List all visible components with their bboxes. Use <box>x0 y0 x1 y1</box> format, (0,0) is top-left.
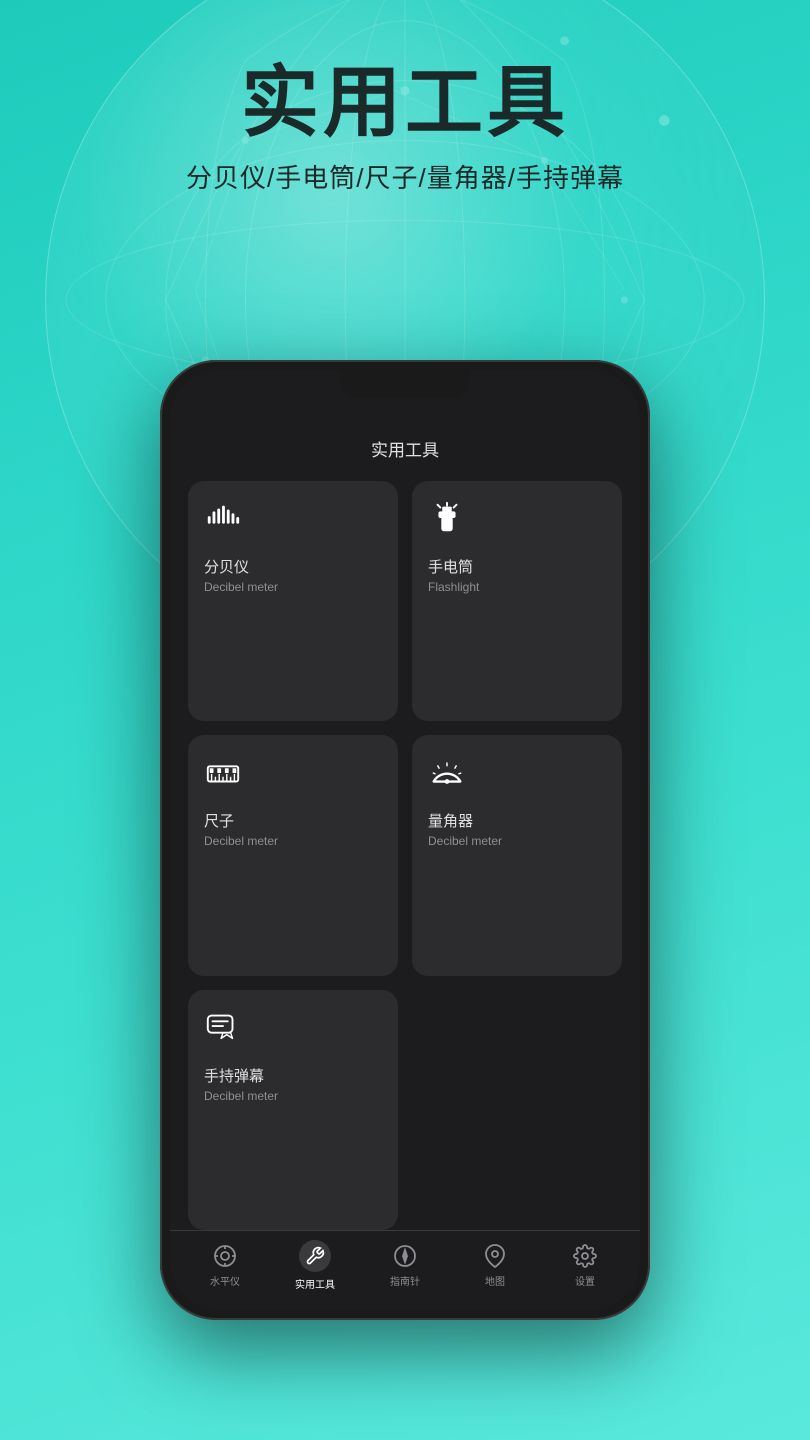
tool-flashlight[interactable]: 手电筒 Flashlight <box>412 481 622 721</box>
flashlight-icon <box>428 499 606 546</box>
page-title: 实用工具 <box>0 60 810 146</box>
nav-map[interactable]: 地图 <box>450 1243 540 1288</box>
nav-tools[interactable]: 实用工具 <box>270 1240 360 1291</box>
ruler-name-cn: 尺子 <box>204 810 382 831</box>
phone-notch <box>340 370 470 398</box>
tools-icon <box>299 1240 331 1272</box>
screen-title: 实用工具 <box>170 420 640 481</box>
bottom-navigation: 水平仪 实用工具 <box>170 1230 640 1310</box>
nav-settings-label: 设置 <box>575 1273 595 1288</box>
nav-map-label: 地图 <box>485 1273 505 1288</box>
nav-tools-label: 实用工具 <box>295 1276 335 1291</box>
nav-settings[interactable]: 设置 <box>540 1243 630 1288</box>
phone-screen: 实用工具 <box>170 370 640 1310</box>
protractor-name-en: Decibel meter <box>428 834 606 848</box>
ruler-icon <box>204 753 382 800</box>
nav-level-label: 水平仪 <box>210 1273 240 1288</box>
tool-ruler[interactable]: 尺子 Decibel meter <box>188 735 398 975</box>
nav-compass[interactable]: 指南针 <box>360 1243 450 1288</box>
tool-danmu[interactable]: 手持弹幕 Decibel meter <box>188 990 398 1230</box>
nav-compass-label: 指南针 <box>390 1273 420 1288</box>
flashlight-name-en: Flashlight <box>428 580 606 594</box>
protractor-icon <box>428 753 606 800</box>
compass-icon <box>392 1243 418 1269</box>
page-header: 实用工具 分贝仪/手电筒/尺子/量角器/手持弹幕 <box>0 60 810 195</box>
protractor-name-cn: 量角器 <box>428 810 606 831</box>
tool-decibel[interactable]: 分贝仪 Decibel meter <box>188 481 398 721</box>
map-icon <box>482 1243 508 1269</box>
tool-protractor[interactable]: 量角器 Decibel meter <box>412 735 622 975</box>
decibel-name-cn: 分贝仪 <box>204 556 382 577</box>
phone-mockup: 实用工具 <box>160 360 650 1320</box>
danmu-name-en: Decibel meter <box>204 1089 382 1103</box>
danmu-icon <box>204 1008 382 1055</box>
decibel-name-en: Decibel meter <box>204 580 382 594</box>
danmu-name-cn: 手持弹幕 <box>204 1065 382 1086</box>
screen-content: 实用工具 <box>170 370 640 1230</box>
flashlight-name-cn: 手电筒 <box>428 556 606 577</box>
level-icon <box>212 1243 238 1269</box>
nav-level[interactable]: 水平仪 <box>180 1243 270 1288</box>
decibel-icon <box>204 499 382 546</box>
phone-inner-shell: 实用工具 <box>170 370 640 1310</box>
tools-grid: 分贝仪 Decibel meter <box>170 481 640 1230</box>
page-subtitle: 分贝仪/手电筒/尺子/量角器/手持弹幕 <box>0 158 810 195</box>
settings-icon <box>572 1243 598 1269</box>
phone-outer-shell: 实用工具 <box>160 360 650 1320</box>
ruler-name-en: Decibel meter <box>204 834 382 848</box>
